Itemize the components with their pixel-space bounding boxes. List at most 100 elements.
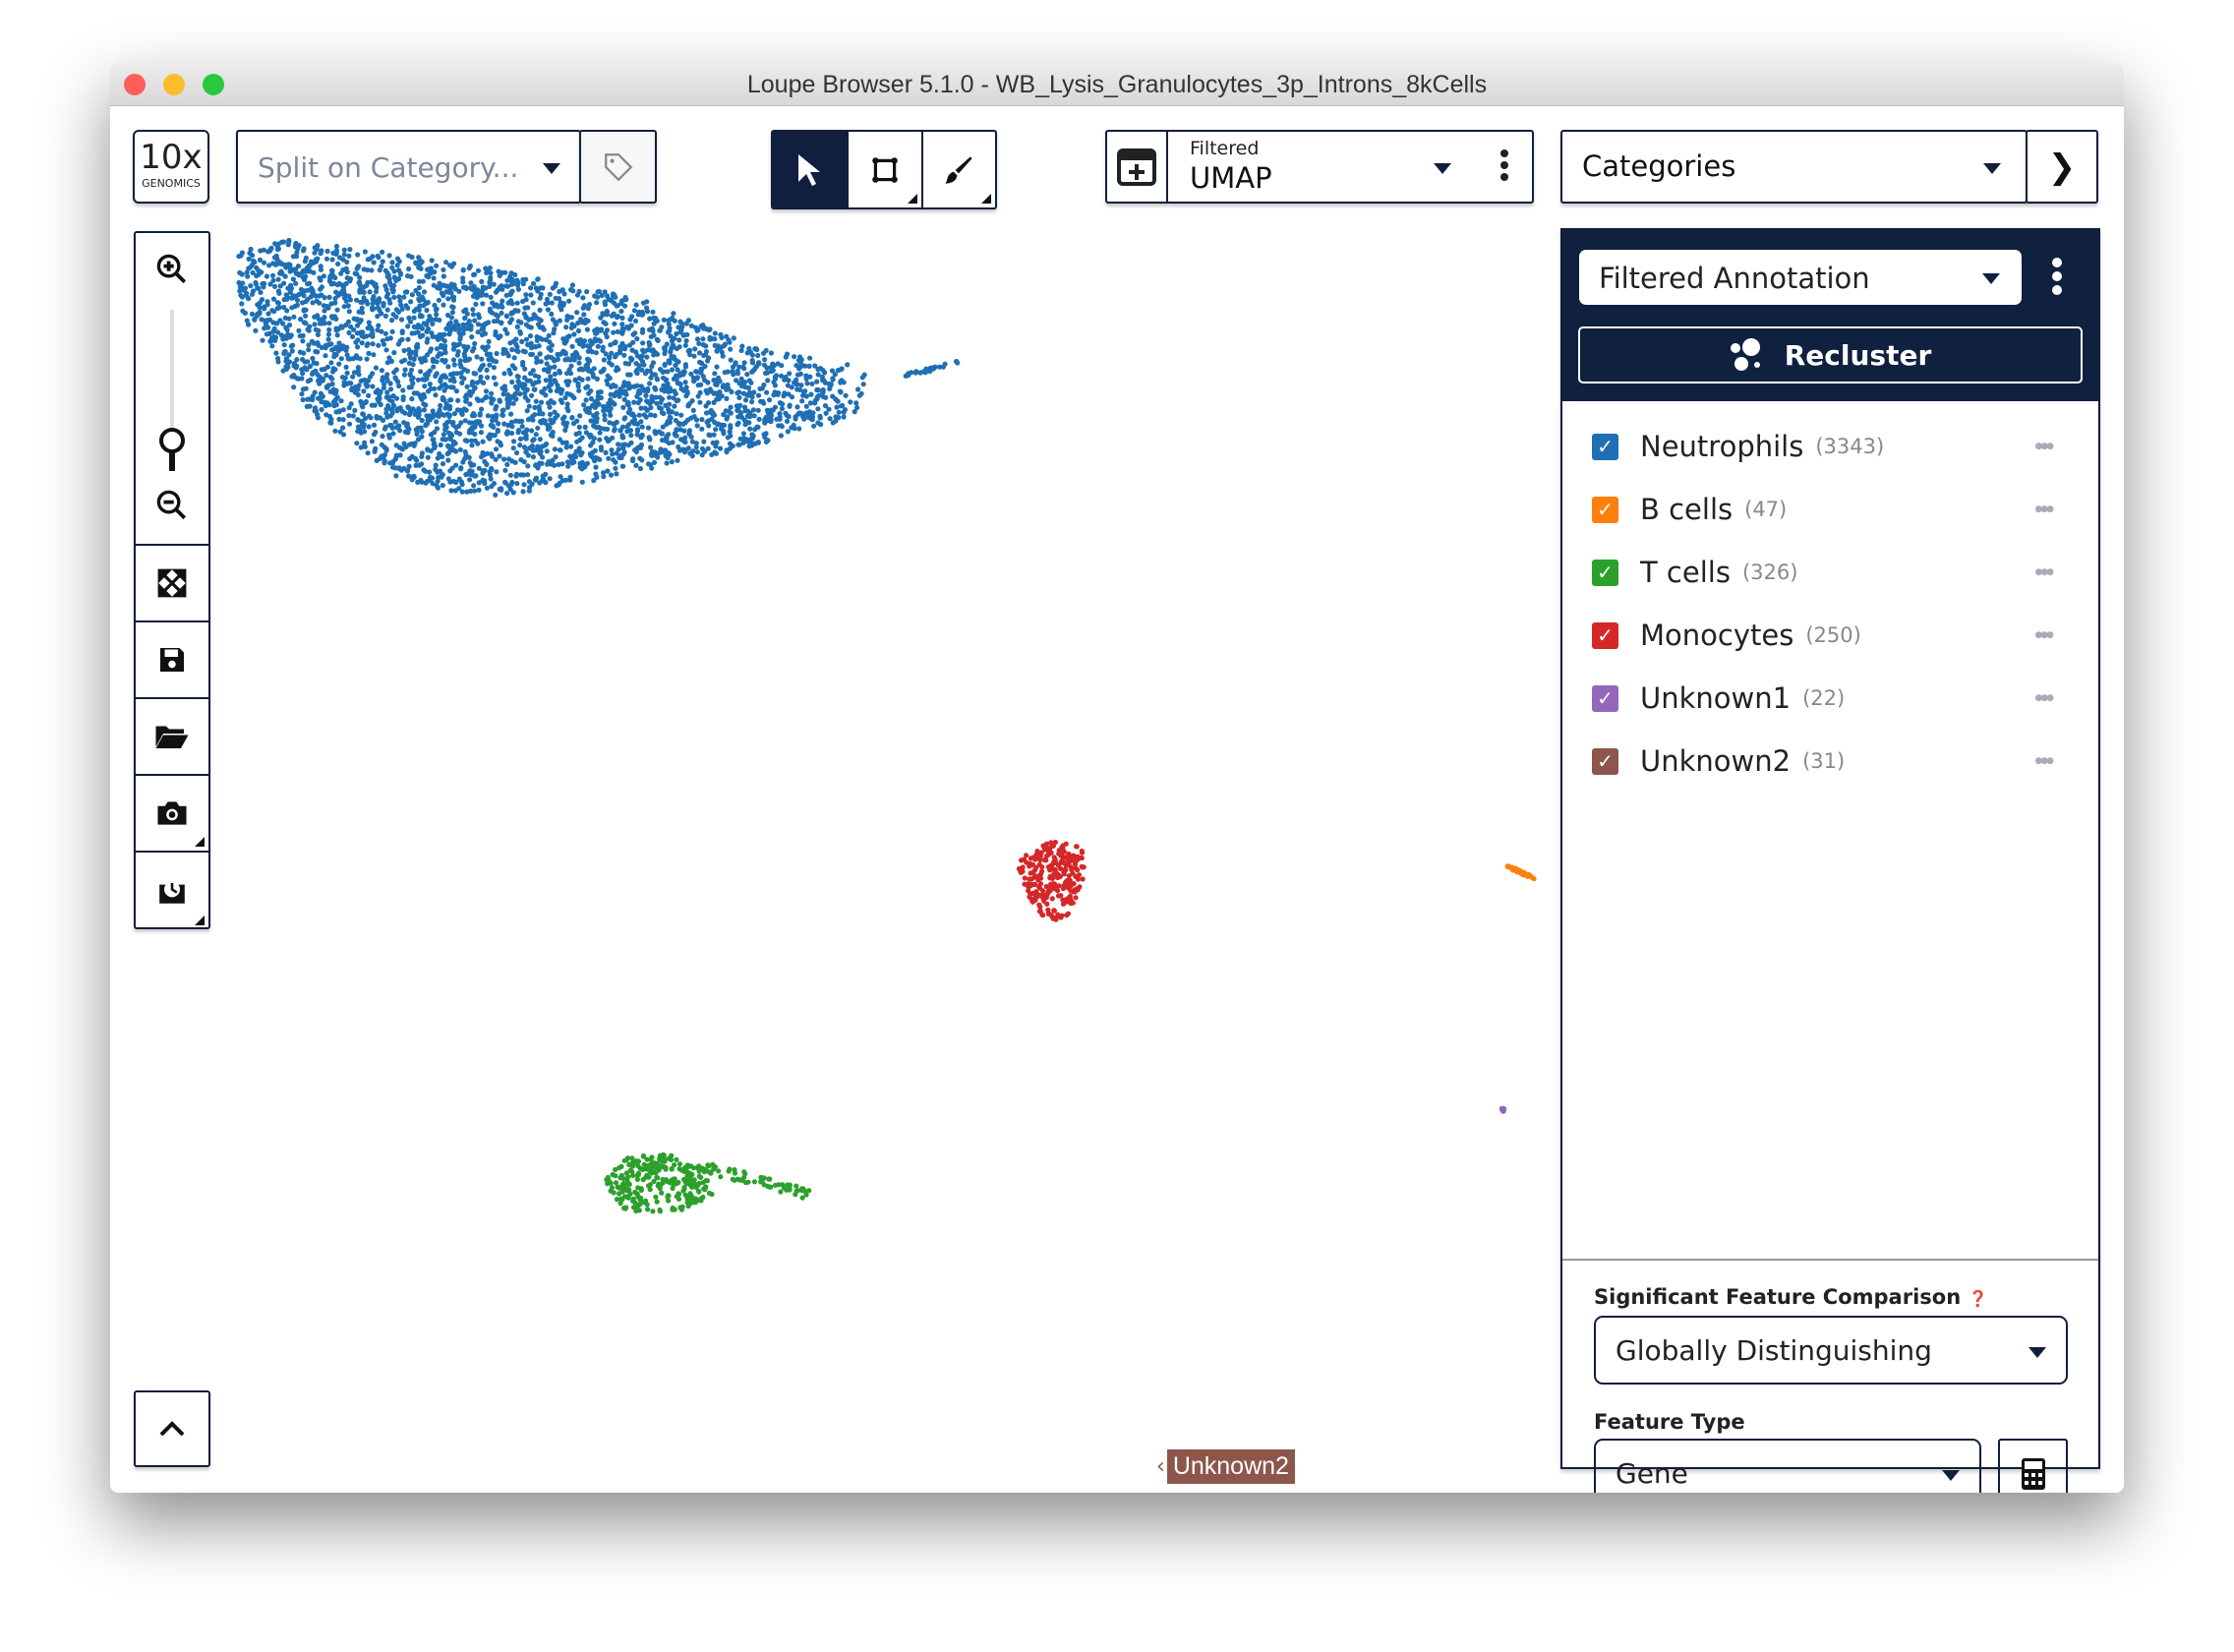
neutrophil-point <box>239 301 245 307</box>
cluster-item[interactable]: ✓ Unknown1 (22) ●●● <box>1592 678 2084 718</box>
neutrophil-point <box>356 309 362 315</box>
neutrophil-point <box>536 374 542 380</box>
neutrophil-point <box>576 430 582 436</box>
neutrophil-point <box>352 270 358 276</box>
monocyte-point <box>1058 849 1064 855</box>
neutrophil-point <box>413 260 419 266</box>
recluster-button[interactable]: Recluster <box>1578 326 2083 384</box>
neutrophil-point <box>303 273 309 279</box>
neutrophil-point <box>327 273 333 279</box>
neutrophil-point <box>276 305 282 311</box>
neutrophil-point <box>403 303 409 309</box>
t-cell-point <box>685 1197 691 1203</box>
neutrophil-point <box>457 407 463 413</box>
cluster-checkbox[interactable]: ✓ <box>1592 747 1618 775</box>
cluster-checkbox[interactable]: ✓ <box>1592 684 1618 712</box>
neutrophil-point <box>459 482 465 488</box>
neutrophil-point <box>705 358 711 364</box>
neutrophil-point <box>323 353 328 359</box>
t-cell-point <box>635 1158 642 1164</box>
neutrophil-point <box>432 385 438 391</box>
cluster-item[interactable]: ✓ Unknown2 (31) ●●● <box>1592 741 2084 781</box>
neutrophil-point <box>836 415 842 421</box>
cluster-checkbox[interactable]: ✓ <box>1592 496 1618 523</box>
feature-type-dropdown[interactable]: Gene <box>1594 1439 1981 1493</box>
neutrophil-point <box>392 419 398 425</box>
maximize-window-button[interactable] <box>203 74 224 95</box>
annotation-dropdown[interactable]: Filtered Annotation <box>1579 250 2022 305</box>
more-options-icon[interactable]: ●●● <box>2034 442 2054 451</box>
neutrophil-point <box>460 322 466 327</box>
umap-plot[interactable] <box>110 106 1556 1493</box>
sig-feature-dropdown[interactable]: Globally Distinguishing <box>1594 1316 2068 1385</box>
neutrophil-point <box>782 377 788 383</box>
neutrophil-point <box>431 275 437 281</box>
neutrophil-point <box>749 360 756 366</box>
t-cell-point <box>676 1196 682 1202</box>
neutrophil-point <box>407 319 414 324</box>
offscreen-cluster-marker[interactable]: ‹ Unknown2 <box>1156 1449 1295 1484</box>
neutrophil-point <box>453 479 459 485</box>
neutrophil-point <box>264 331 269 337</box>
cluster-item[interactable]: ✓ B cells (47) ●●● <box>1592 490 2084 529</box>
calculator-button[interactable] <box>1998 1439 2068 1493</box>
neutrophil-point <box>576 367 582 373</box>
neutrophil-point <box>489 390 495 396</box>
minimize-window-button[interactable] <box>163 74 185 95</box>
collapse-panel-button[interactable]: ❯ <box>2026 130 2098 204</box>
neutrophil-point <box>412 441 418 446</box>
neutrophil-point <box>409 330 415 336</box>
neutrophil-point <box>606 455 612 461</box>
close-window-button[interactable] <box>124 74 146 95</box>
neutrophil-point <box>582 407 589 413</box>
more-options-icon[interactable]: ●●● <box>2034 504 2054 514</box>
neutrophil-point <box>526 488 532 494</box>
neutrophil-point <box>280 321 286 326</box>
neutrophil-point <box>631 417 638 423</box>
panel-header: Filtered Annotation Recluster <box>1562 230 2098 401</box>
neutrophil-point <box>464 489 470 495</box>
neutrophil-point <box>703 343 709 349</box>
more-options-icon[interactable]: ●●● <box>2034 567 2054 577</box>
kebab-menu-icon[interactable] <box>2052 258 2062 295</box>
more-options-icon[interactable]: ●●● <box>2034 693 2054 703</box>
neutrophil-point <box>744 372 750 378</box>
cluster-item[interactable]: ✓ Monocytes (250) ●●● <box>1592 616 2084 655</box>
neutrophil-point <box>524 408 530 414</box>
t-cell-point <box>712 1164 719 1170</box>
cluster-item[interactable]: ✓ Neutrophils (3343) ●●● <box>1592 427 2084 466</box>
neutrophil-point <box>484 394 490 400</box>
neutrophil-point <box>599 292 605 299</box>
help-icon[interactable]: ❓ <box>1968 1289 1987 1308</box>
neutrophil-point <box>402 367 408 373</box>
neutrophil-point <box>508 419 514 426</box>
neutrophil-point <box>384 414 390 420</box>
neutrophil-point <box>765 378 771 384</box>
neutrophil-point <box>728 423 734 429</box>
neutrophil-point <box>521 311 527 317</box>
neutrophil-point <box>807 355 813 361</box>
neutrophil-point <box>411 315 417 321</box>
neutrophil-point <box>657 394 663 400</box>
view-mode-dropdown[interactable]: Categories <box>1560 130 2028 204</box>
more-options-icon[interactable]: ●●● <box>2034 756 2054 766</box>
neutrophil-point <box>720 384 726 389</box>
cluster-checkbox[interactable]: ✓ <box>1592 621 1618 649</box>
neutrophil-point <box>450 346 456 352</box>
neutrophil-point <box>674 330 679 337</box>
neutrophil-point <box>306 347 312 353</box>
cluster-checkbox[interactable]: ✓ <box>1592 433 1618 460</box>
neutrophil-point <box>462 316 468 322</box>
cluster-item[interactable]: ✓ T cells (326) ●●● <box>1592 553 2084 592</box>
cluster-checkbox[interactable]: ✓ <box>1592 559 1618 586</box>
neutrophil-point <box>311 360 317 366</box>
neutrophil-point <box>630 456 636 462</box>
monocyte-point <box>1042 843 1048 849</box>
t-cell-point <box>635 1193 641 1199</box>
more-options-icon[interactable]: ●●● <box>2034 630 2054 640</box>
neutrophil-point <box>247 250 253 256</box>
neutrophil-point <box>415 377 421 383</box>
neutrophil-point <box>500 391 506 397</box>
neutrophil-point <box>490 413 496 420</box>
neutrophil-point <box>604 293 611 299</box>
